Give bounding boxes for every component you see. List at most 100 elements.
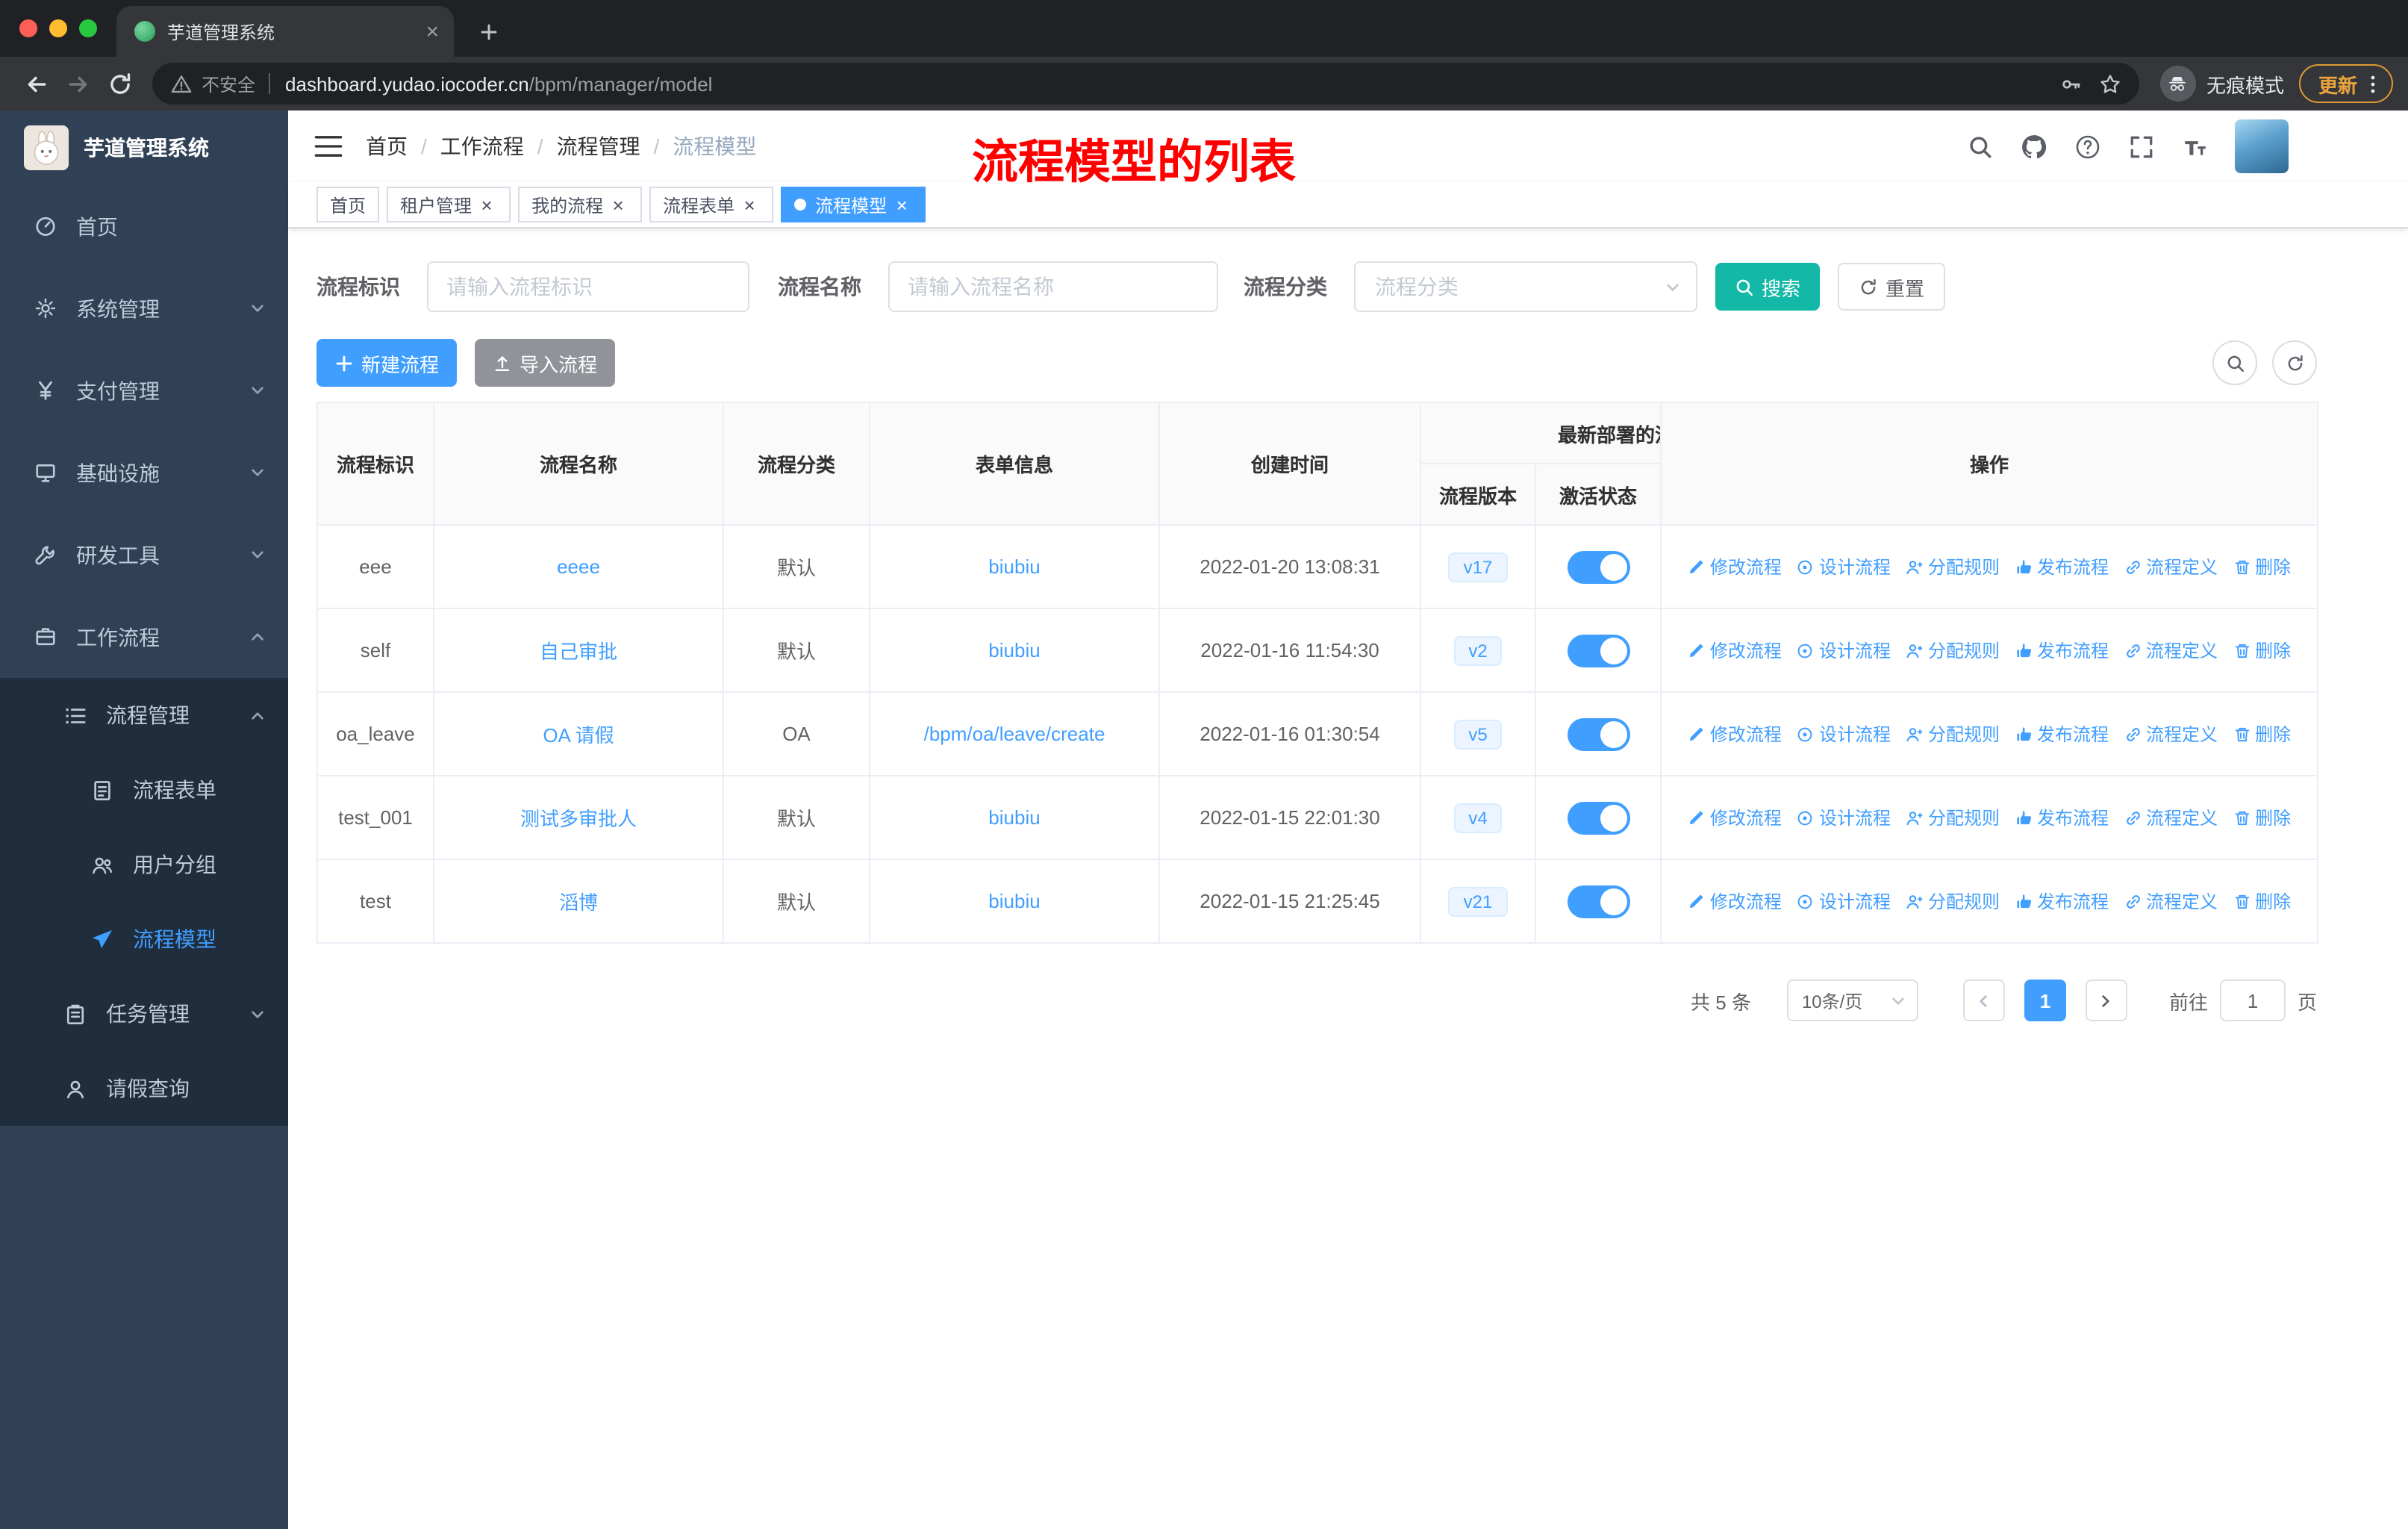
tag-process-form[interactable]: 流程表单 ×: [649, 187, 774, 222]
form-info-link[interactable]: biubiu: [988, 555, 1040, 578]
toolbar-search-button[interactable]: [2212, 340, 2257, 385]
breadcrumb-item-2[interactable]: 流程管理: [557, 131, 640, 161]
page-size-select[interactable]: 10条/页: [1786, 980, 1918, 1021]
minimize-window-button[interactable]: [49, 19, 67, 37]
form-info-link[interactable]: biubiu: [988, 806, 1040, 829]
question-icon[interactable]: [2075, 134, 2100, 159]
close-icon[interactable]: ×: [891, 194, 912, 215]
design-process-link[interactable]: 设计流程: [1797, 805, 1891, 830]
publish-process-link[interactable]: 发布流程: [2015, 805, 2109, 830]
sidebar-item-dev-tools[interactable]: 研发工具: [0, 514, 288, 596]
sidebar-toggle-button[interactable]: [314, 131, 343, 161]
modify-process-link[interactable]: 修改流程: [1688, 888, 1782, 914]
sidebar-item-leave-query[interactable]: 请假查询: [0, 1051, 288, 1126]
breadcrumb-item-1[interactable]: 工作流程: [440, 131, 524, 161]
create-process-button[interactable]: 新建流程: [316, 339, 458, 387]
process-name-link[interactable]: 测试多审批人: [520, 808, 637, 830]
fontsize-icon[interactable]: [2183, 134, 2208, 159]
category-select[interactable]: 流程分类: [1354, 261, 1697, 312]
status-toggle[interactable]: [1567, 550, 1629, 583]
github-icon[interactable]: [2021, 134, 2047, 159]
design-process-link[interactable]: 设计流程: [1797, 554, 1891, 579]
tag-home[interactable]: 首页: [316, 187, 380, 222]
sidebar-item-process-model[interactable]: 流程模型: [0, 902, 288, 977]
publish-process-link[interactable]: 发布流程: [2015, 721, 2109, 747]
breadcrumb-item-0[interactable]: 首页: [366, 131, 408, 161]
search-button[interactable]: 搜索: [1715, 263, 1821, 311]
assign-rules-link[interactable]: 分配规则: [1906, 805, 2000, 830]
security-label[interactable]: 不安全: [202, 71, 255, 96]
delete-link[interactable]: 删除: [2233, 805, 2291, 830]
sidebar-item-payment-management[interactable]: 支付管理: [0, 349, 288, 432]
import-process-button[interactable]: 导入流程: [475, 339, 616, 387]
back-button[interactable]: [15, 63, 57, 105]
delete-link[interactable]: 删除: [2233, 554, 2291, 579]
assign-rules-link[interactable]: 分配规则: [1906, 888, 2000, 914]
form-info-link[interactable]: biubiu: [988, 639, 1040, 661]
tag-process-model[interactable]: 流程模型 ×: [781, 187, 926, 222]
modify-process-link[interactable]: 修改流程: [1688, 721, 1782, 747]
avatar[interactable]: [2235, 119, 2289, 173]
modify-process-link[interactable]: 修改流程: [1688, 805, 1782, 830]
close-icon[interactable]: ×: [739, 194, 760, 215]
reset-button[interactable]: 重置: [1838, 263, 1946, 311]
assign-rules-link[interactable]: 分配规则: [1906, 638, 2000, 663]
status-toggle[interactable]: [1567, 885, 1629, 918]
sidebar-item-process-form[interactable]: 流程表单: [0, 753, 288, 827]
status-toggle[interactable]: [1567, 634, 1629, 667]
close-window-button[interactable]: [19, 19, 37, 37]
design-process-link[interactable]: 设计流程: [1797, 721, 1891, 747]
sidebar-item-task-management[interactable]: 任务管理: [0, 977, 288, 1051]
process-name-link[interactable]: 滔博: [559, 891, 598, 914]
process-name-input[interactable]: [888, 261, 1218, 312]
modify-process-link[interactable]: 修改流程: [1688, 554, 1782, 579]
new-tab-button[interactable]: [466, 9, 511, 54]
publish-process-link[interactable]: 发布流程: [2015, 888, 2109, 914]
sidebar-item-infrastructure[interactable]: 基础设施: [0, 432, 288, 514]
sidebar-item-home[interactable]: 首页: [0, 185, 288, 267]
process-name-link[interactable]: 自己审批: [540, 641, 617, 663]
prev-page-button[interactable]: [1962, 980, 2005, 1021]
forward-button[interactable]: [57, 63, 99, 105]
address-bar[interactable]: 不安全 dashboard.yudao.iocoder.cn /bpm/mana…: [152, 63, 2139, 105]
sidebar-item-system-management[interactable]: 系统管理: [0, 267, 288, 349]
password-manager-button[interactable]: [2053, 64, 2092, 103]
update-browser-button[interactable]: 更新: [2298, 64, 2393, 103]
assign-rules-link[interactable]: 分配规则: [1906, 721, 2000, 747]
process-name-link[interactable]: eeee: [557, 555, 600, 578]
process-definition-link[interactable]: 流程定义: [2124, 805, 2218, 830]
modify-process-link[interactable]: 修改流程: [1688, 638, 1782, 663]
sidebar-item-process-management[interactable]: 流程管理: [0, 678, 288, 753]
form-info-link[interactable]: biubiu: [988, 890, 1040, 912]
process-definition-link[interactable]: 流程定义: [2124, 888, 2218, 914]
publish-process-link[interactable]: 发布流程: [2015, 554, 2109, 579]
assign-rules-link[interactable]: 分配规则: [1906, 554, 2000, 579]
publish-process-link[interactable]: 发布流程: [2015, 638, 2109, 663]
browser-tab[interactable]: 芋道管理系统 ×: [116, 6, 454, 57]
next-page-button[interactable]: [2085, 980, 2127, 1021]
process-name-link[interactable]: OA 请假: [543, 724, 614, 747]
delete-link[interactable]: 删除: [2233, 888, 2291, 914]
process-definition-link[interactable]: 流程定义: [2124, 721, 2218, 747]
form-info-link[interactable]: /bpm/oa/leave/create: [924, 723, 1105, 745]
tag-tenant-management[interactable]: 租户管理 ×: [387, 187, 511, 222]
delete-link[interactable]: 删除: [2233, 638, 2291, 663]
toolbar-refresh-button[interactable]: [2272, 340, 2317, 385]
process-id-input[interactable]: [427, 261, 749, 312]
search-icon[interactable]: [1968, 134, 1993, 159]
design-process-link[interactable]: 设计流程: [1797, 638, 1891, 663]
reload-button[interactable]: [99, 63, 140, 105]
menu-kebab-icon[interactable]: [2362, 72, 2384, 95]
close-icon[interactable]: ×: [608, 194, 628, 215]
process-definition-link[interactable]: 流程定义: [2124, 638, 2218, 663]
process-definition-link[interactable]: 流程定义: [2124, 554, 2218, 579]
design-process-link[interactable]: 设计流程: [1797, 888, 1891, 914]
status-toggle[interactable]: [1567, 801, 1629, 834]
app-logo[interactable]: 芋道管理系统: [0, 110, 288, 185]
close-icon[interactable]: ×: [476, 194, 497, 215]
tag-my-process[interactable]: 我的流程 ×: [518, 187, 643, 222]
maximize-window-button[interactable]: [79, 19, 97, 37]
current-page-button[interactable]: 1: [2024, 980, 2066, 1021]
bookmark-button[interactable]: [2092, 64, 2130, 103]
goto-page-input[interactable]: [2219, 980, 2286, 1021]
